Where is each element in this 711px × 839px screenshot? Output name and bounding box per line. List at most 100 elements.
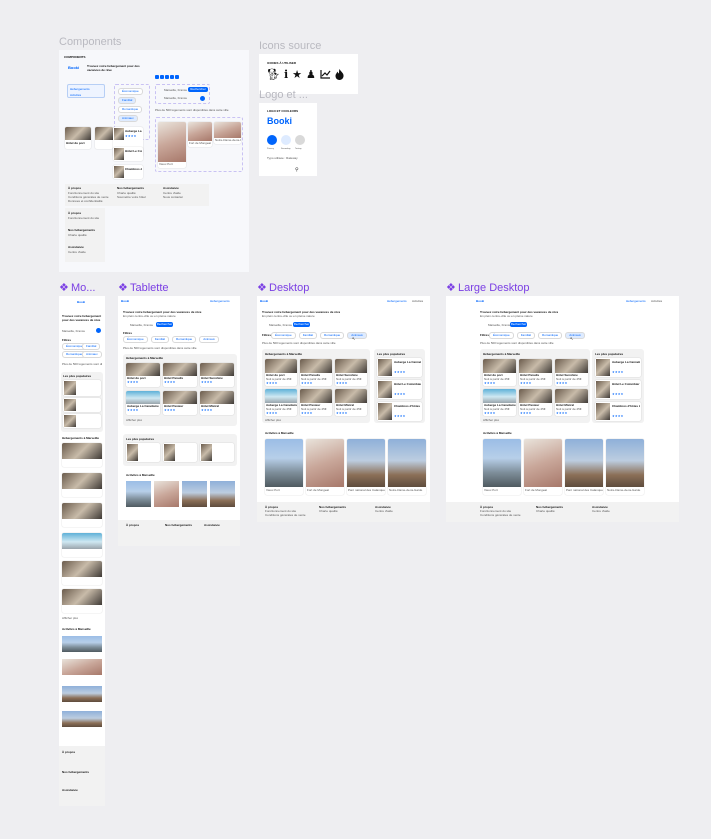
- footer-link[interactable]: Fonctionnement du site: [68, 216, 99, 220]
- hotel-card[interactable]: Hôtel Sunshine Nuit à partir de 25€ ★★★★: [335, 359, 367, 386]
- filter-chip[interactable]: Économique: [271, 332, 296, 339]
- search-button[interactable]: Rechercher: [293, 322, 310, 327]
- activity-card[interactable]: Parc national des Calanques: [565, 439, 603, 495]
- hotel-card[interactable]: [63, 380, 101, 396]
- search-button[interactable]: Rechercher: [156, 322, 173, 327]
- activity-card[interactable]: Vieux Port: [483, 439, 521, 495]
- filter-chip-romantique[interactable]: Romantique: [118, 106, 143, 113]
- filter-chip[interactable]: Romantique: [538, 332, 563, 339]
- filter-chip[interactable]: Animaux: [82, 351, 102, 358]
- activity-photo[interactable]: [62, 686, 102, 702]
- show-more-link[interactable]: Afficher plus: [126, 418, 142, 422]
- filter-chip[interactable]: Romantique: [172, 336, 197, 343]
- activity-card[interactable]: Fort de Mongeat: [524, 439, 562, 495]
- hotel-card[interactable]: Chambres d'hôtes Les Amis ★★★★: [377, 402, 422, 421]
- hotel-card[interactable]: Hôtel Paradis Nuit à partir de 25€ ★★★★: [519, 359, 552, 386]
- footer-link[interactable]: Données et confidentialité: [68, 199, 103, 203]
- hotel-card[interactable]: Auberge La Canebière Nuit à partir de 25€…: [483, 389, 516, 416]
- footer-link[interactable]: Centre d'aide: [68, 250, 86, 254]
- hotel-card[interactable]: Auberge La Cannebière ★★★★: [377, 358, 422, 377]
- hotel-card[interactable]: Hôtel Paradis Nuit à partir de 25€ ★★★★: [300, 359, 332, 386]
- hotel-card[interactable]: Hôtel Pasteur Nuit à partir de 25€ ★★★★: [519, 389, 552, 416]
- show-more-link[interactable]: Afficher plus: [483, 418, 499, 422]
- hotel-card[interactable]: Auberge La Canebière ★★★★: [126, 391, 160, 415]
- hotel-card[interactable]: Hôtel du port: [65, 127, 91, 149]
- hotel-card[interactable]: [62, 473, 102, 497]
- nav-hebergements[interactable]: Hébergements: [626, 299, 646, 303]
- activity-card[interactable]: Fort de Mongeat: [188, 122, 212, 147]
- footer-link[interactable]: Centre d'aide: [592, 509, 610, 513]
- nav-hebergements[interactable]: Hébergements: [387, 299, 407, 303]
- filter-chip[interactable]: Économique: [123, 336, 148, 343]
- nav-hebergements[interactable]: Hébergements: [68, 85, 104, 93]
- footer-link[interactable]: Charte qualité: [536, 509, 555, 513]
- hotel-card[interactable]: [62, 443, 102, 467]
- hotel-card[interactable]: Hôtel Le Colombier ★★★★: [595, 380, 641, 399]
- hotel-card[interactable]: [95, 127, 113, 149]
- nav-activites[interactable]: Activités: [651, 299, 662, 303]
- hotel-card[interactable]: [200, 443, 234, 462]
- hotel-card[interactable]: [63, 398, 101, 412]
- hotel-card-list[interactable]: Hôtel Le Colombier: [113, 147, 143, 161]
- hotel-card[interactable]: [163, 443, 197, 462]
- hotel-card[interactable]: [62, 561, 102, 585]
- hotel-card[interactable]: Hôtel du port Nuit à partir de 25€ ★★★★: [483, 359, 516, 386]
- filter-chip-economique[interactable]: Économique: [118, 88, 143, 95]
- filter-chip[interactable]: Familial: [298, 332, 318, 339]
- hotel-card[interactable]: Auberge La Canebière Nuit à partir de 25€…: [265, 389, 297, 416]
- activity-card[interactable]: Notre-Dame-de-la-Garde: [214, 122, 241, 144]
- filter-chip-animaux[interactable]: Animaux: [118, 115, 138, 122]
- activity-photo[interactable]: [182, 481, 207, 507]
- hotel-card[interactable]: [62, 589, 102, 613]
- filter-chip[interactable]: Familial: [516, 332, 536, 339]
- tablet-search[interactable]: Marseille, France: [130, 323, 153, 327]
- filter-chip[interactable]: Animaux: [565, 332, 585, 339]
- mobile-search[interactable]: Marseille, France: [62, 329, 85, 333]
- hotel-card[interactable]: Hôtel Mistral ★★★★: [200, 391, 234, 415]
- filter-chip[interactable]: Romantique: [320, 332, 345, 339]
- activity-card[interactable]: Notre-Dame-de-la-Garde: [388, 439, 426, 495]
- hotel-card[interactable]: [62, 533, 102, 557]
- activity-photo[interactable]: [154, 481, 179, 507]
- activity-photo[interactable]: [62, 711, 102, 727]
- hotel-card[interactable]: Auberge La Cannebière ★★★★: [595, 358, 641, 377]
- activity-card[interactable]: Vieux Port: [265, 439, 303, 495]
- activity-card[interactable]: Vieux Port: [158, 122, 186, 168]
- filter-chip-familial[interactable]: Familial: [118, 97, 137, 104]
- show-more-link[interactable]: Afficher plus: [265, 418, 281, 422]
- hotel-card[interactable]: Hôtel Mistral Nuit à partir de 25€ ★★★★: [555, 389, 588, 416]
- footer-link[interactable]: Conditions générales de vente: [480, 513, 521, 517]
- activity-card[interactable]: Parc national des Calanques: [347, 439, 385, 495]
- nav-hebergements[interactable]: Hébergements: [210, 299, 230, 303]
- search-button[interactable]: Rechercher: [188, 87, 208, 92]
- footer-link[interactable]: Centre d'aide: [375, 509, 393, 513]
- filter-chip[interactable]: Familial: [82, 343, 101, 350]
- activity-photo[interactable]: [62, 659, 102, 675]
- hotel-card[interactable]: [63, 414, 101, 428]
- hotel-card[interactable]: [126, 443, 160, 462]
- footer-link[interactable]: Charte qualité: [68, 233, 87, 237]
- hotel-card[interactable]: Hôtel Pasteur ★★★★: [163, 391, 197, 415]
- hotel-card-list[interactable]: Chambres d'hôtes Les Amis: [113, 165, 143, 179]
- search-icon[interactable]: [200, 96, 205, 101]
- hotel-card[interactable]: Hôtel Sunshine Nuit à partir de 25€ ★★★★: [555, 359, 588, 386]
- show-more-link[interactable]: Afficher plus: [62, 616, 78, 620]
- footer-link[interactable]: Conditions générales de vente: [265, 513, 306, 517]
- search-input-mobile[interactable]: Marseille, France: [164, 96, 187, 100]
- footer-link[interactable]: Nous contacter: [163, 195, 183, 199]
- search-button[interactable]: Rechercher: [510, 322, 527, 327]
- large-search[interactable]: Marseille, France: [488, 323, 511, 327]
- hotel-card[interactable]: Hôtel Pasteur Nuit à partir de 25€ ★★★★: [300, 389, 332, 416]
- hotel-card[interactable]: Hôtel Paradis ★★★★: [163, 363, 197, 387]
- hotel-card[interactable]: Hôtel Sunshine ★★★★: [200, 363, 234, 387]
- activity-photo[interactable]: [126, 481, 151, 507]
- activity-card[interactable]: Fort de Mongeat: [306, 439, 344, 495]
- hotel-card[interactable]: Hôtel du port ★★★★: [126, 363, 160, 387]
- activity-photo[interactable]: [210, 481, 235, 507]
- footer-link[interactable]: Charte qualité: [319, 509, 338, 513]
- filter-chip[interactable]: Économique: [489, 332, 514, 339]
- filter-chip[interactable]: Familial: [150, 336, 170, 343]
- search-input[interactable]: Marseille, France: [164, 88, 187, 92]
- filter-chip[interactable]: Animaux: [199, 336, 219, 343]
- filter-chip[interactable]: Animaux: [347, 332, 367, 339]
